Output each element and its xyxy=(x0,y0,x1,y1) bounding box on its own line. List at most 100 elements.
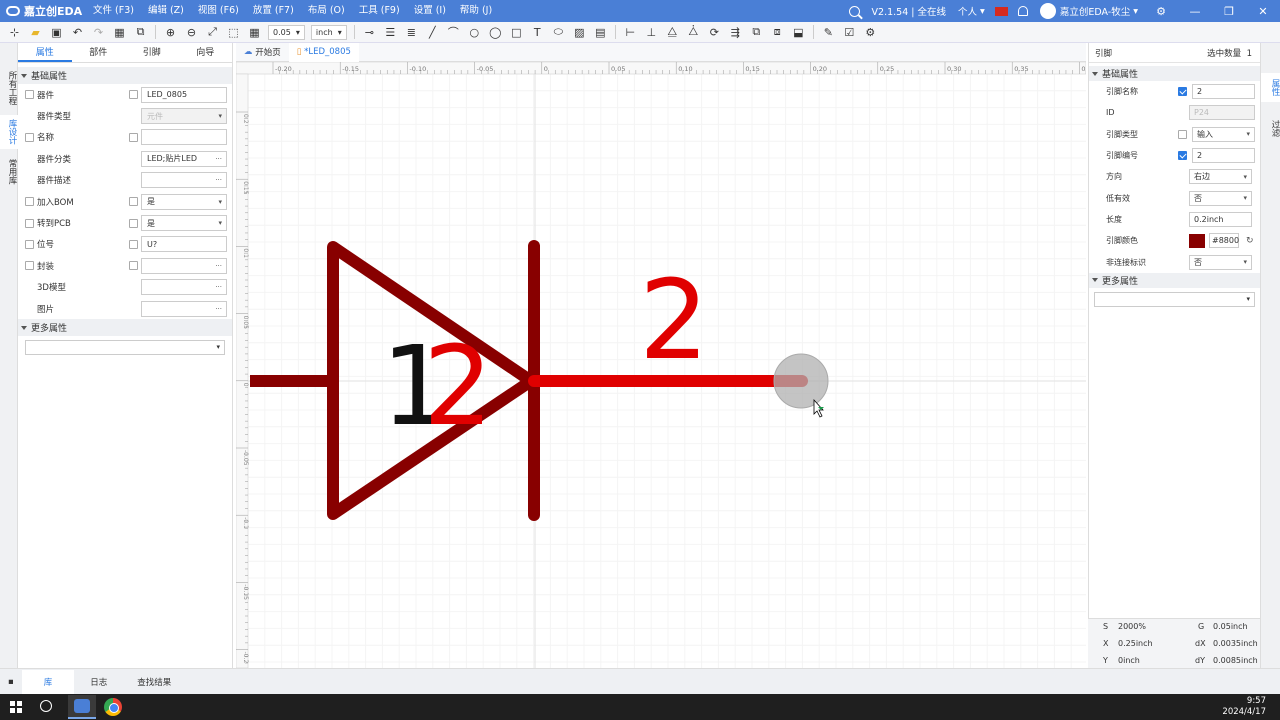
tool-table[interactable]: ▤ xyxy=(592,24,608,40)
user-menu[interactable]: 嘉立创EDA-牧尘 ▾ xyxy=(1034,3,1144,19)
restore-button[interactable]: ❐ xyxy=(1212,0,1246,22)
visibility-checkbox[interactable] xyxy=(25,197,34,207)
tool-arc[interactable]: ⌒ xyxy=(445,24,461,40)
show-value-checkbox[interactable] xyxy=(129,90,138,100)
more-icon[interactable]: ··· xyxy=(215,305,222,313)
show-value-checkbox[interactable] xyxy=(129,218,138,228)
notification-button[interactable] xyxy=(1012,6,1034,16)
tool-select[interactable]: ⊹ xyxy=(7,24,23,40)
more-icon[interactable]: ··· xyxy=(215,176,222,184)
section-basic-properties[interactable]: 基础属性 xyxy=(18,67,232,84)
pin-property-field[interactable]: 右边 ▾ xyxy=(1189,169,1252,185)
property-value-field[interactable]: LED_0805 xyxy=(141,86,227,103)
property-value-field[interactable]: ··· xyxy=(141,279,227,296)
windows-start-icon[interactable] xyxy=(10,701,22,713)
pin-property-field[interactable]: 2 xyxy=(1192,148,1255,164)
tool-align-left[interactable]: ⊢ xyxy=(622,24,638,40)
menu-tools[interactable]: 工具 (F9) xyxy=(352,0,407,22)
tool-distribute[interactable]: ⇶ xyxy=(727,24,743,40)
tool-open[interactable]: ▰ xyxy=(28,24,44,40)
tool-flip-v[interactable]: ⧊ xyxy=(685,24,701,40)
bottom-collapse-button[interactable]: ▪ xyxy=(0,670,22,694)
visibility-checkbox[interactable] xyxy=(25,239,34,249)
property-value-field[interactable]: ··· xyxy=(141,172,227,189)
settings-button[interactable]: ⚙ xyxy=(1144,0,1178,22)
menu-place[interactable]: 放置 (F7) xyxy=(246,0,301,22)
property-value-field[interactable] xyxy=(141,129,227,146)
tool-ellipse[interactable]: ◯ xyxy=(487,24,503,40)
no-connect-select[interactable]: 否 ▾ xyxy=(1189,254,1252,270)
unit-select[interactable]: inch ▾ xyxy=(310,24,347,40)
show-value-checkbox[interactable] xyxy=(129,261,138,271)
rvtab-properties[interactable]: 属性 xyxy=(1261,73,1280,102)
tool-fit[interactable]: ⤢ xyxy=(205,24,221,40)
property-value-field[interactable]: U? xyxy=(141,236,227,253)
tool-group[interactable]: ⬓ xyxy=(790,24,806,40)
visibility-checkbox[interactable] xyxy=(25,218,34,228)
vtab-library-design[interactable]: 库设计 xyxy=(0,115,18,149)
tab-pins[interactable]: 引脚 xyxy=(125,43,179,62)
property-value-field[interactable]: 是 ▾ xyxy=(141,193,227,210)
taskbar-search-icon[interactable] xyxy=(40,700,52,712)
show-checkbox[interactable] xyxy=(1178,87,1187,97)
visibility-checkbox[interactable] xyxy=(25,90,34,100)
more-properties-select[interactable]: ▾ xyxy=(25,340,225,356)
menu-file[interactable]: 文件 (F3) xyxy=(86,0,141,22)
search-button[interactable] xyxy=(843,5,866,17)
schematic-canvas[interactable]: -0.20 -0.15 -0.10 -0.05 0 0.05 0.10 0.15 0.20 0.2… xyxy=(236,62,1086,668)
pin-color-swatch[interactable] xyxy=(1189,233,1205,248)
show-checkbox[interactable] xyxy=(1178,151,1187,161)
more-icon[interactable]: ··· xyxy=(215,155,222,163)
canvas-drawing[interactable]: -0.20 -0.15 -0.10 -0.05 0 0.05 0.10 0.15 0.20 0.2… xyxy=(236,62,1086,668)
menu-help[interactable]: 帮助 (J) xyxy=(453,0,499,22)
tool-send-back[interactable]: ⧈ xyxy=(769,24,785,40)
show-value-checkbox[interactable] xyxy=(129,132,138,142)
mode-dropdown[interactable]: 个人 ▾ xyxy=(952,4,991,19)
property-value-field[interactable]: ··· xyxy=(141,300,227,317)
menu-layout[interactable]: 布局 (O) xyxy=(301,0,352,22)
tool-save[interactable]: ▣ xyxy=(49,24,65,40)
visibility-checkbox[interactable] xyxy=(25,132,34,142)
tool-rotate[interactable]: ⟳ xyxy=(706,24,722,40)
taskbar-clock[interactable]: 9:57 2024/4/17 xyxy=(1222,696,1266,718)
bottom-tab-library[interactable]: 库 xyxy=(21,669,75,694)
tool-fit-selection[interactable]: ⬚ xyxy=(226,24,242,40)
pin-end-highlight[interactable] xyxy=(773,353,829,409)
app-logo[interactable]: 嘉立创EDA xyxy=(0,3,86,19)
vtab-common-library[interactable]: 常用库 xyxy=(0,155,18,189)
section-more-properties[interactable]: 更多属性 xyxy=(18,319,232,337)
property-value-field[interactable]: 是 ▾ xyxy=(141,215,227,232)
tool-text[interactable]: T xyxy=(529,24,545,40)
show-value-checkbox[interactable] xyxy=(129,239,138,249)
tool-settings[interactable]: ⚙ xyxy=(862,24,878,40)
taskbar-eda-app[interactable] xyxy=(68,695,96,719)
rvtab-filter[interactable]: 过滤 xyxy=(1261,114,1280,143)
pin-property-field[interactable]: 否 ▾ xyxy=(1189,190,1252,206)
tool-check[interactable]: ☑ xyxy=(841,24,857,40)
more-icon[interactable]: ··· xyxy=(215,283,222,291)
section-more-properties[interactable]: 更多属性 xyxy=(1089,272,1260,288)
tab-parts[interactable]: 部件 xyxy=(72,43,126,62)
bottom-tab-log[interactable]: 日志 xyxy=(74,670,123,694)
minimize-button[interactable]: — xyxy=(1178,0,1212,22)
pin-color-hex-input[interactable]: #8800 xyxy=(1209,233,1239,249)
grid-size-select[interactable]: 0.05 ▾ xyxy=(268,24,305,40)
section-basic-properties[interactable]: 基础属性 xyxy=(1089,66,1260,81)
tool-pin[interactable]: ⊸ xyxy=(361,24,377,40)
tool-copy[interactable]: ⧉ xyxy=(133,24,149,40)
pin-property-field[interactable]: 0.2inch xyxy=(1189,211,1252,227)
doctab-start-page[interactable]: ☁ 开始页 xyxy=(236,43,289,62)
china-flag-icon[interactable] xyxy=(994,6,1008,16)
tab-properties[interactable]: 属性 xyxy=(18,43,72,62)
tool-oval[interactable]: ⬭ xyxy=(550,24,566,40)
bottom-tab-search-results[interactable]: 查找结果 xyxy=(123,670,185,694)
close-button[interactable]: ✕ xyxy=(1246,0,1280,22)
tool-line[interactable]: ╱ xyxy=(424,24,440,40)
menu-settings[interactable]: 设置 (I) xyxy=(407,0,453,22)
tool-wizard[interactable]: ✎ xyxy=(820,24,836,40)
menu-view[interactable]: 视图 (F6) xyxy=(191,0,246,22)
tool-bring-front[interactable]: ⧉ xyxy=(748,24,764,40)
vtab-all-projects[interactable]: 所有工程 xyxy=(0,67,18,109)
show-value-checkbox[interactable] xyxy=(129,197,138,207)
more-properties-select[interactable]: ▾ xyxy=(1094,291,1255,307)
